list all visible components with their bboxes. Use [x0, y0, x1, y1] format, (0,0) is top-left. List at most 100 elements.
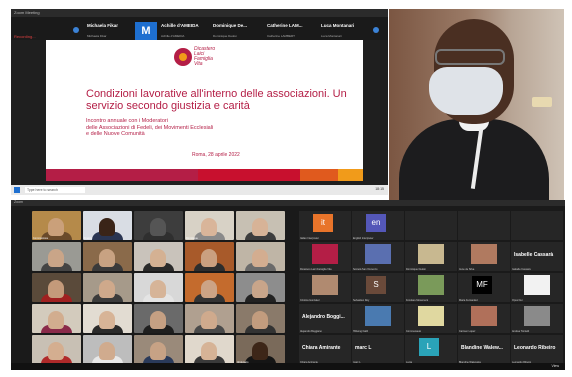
- video-tile[interactable]: [185, 242, 234, 271]
- participant-tile[interactable]: S Sebastien Roy: [352, 273, 404, 302]
- participant-tile[interactable]: Società San Vincenzo: [352, 242, 404, 271]
- participant-avatar: [524, 306, 550, 326]
- strip-name: Luca Montanari: [321, 23, 355, 28]
- participant-tile[interactable]: Cristina Gonzalez: [299, 273, 351, 302]
- participant-name: Leonardo Ribeiro: [514, 345, 556, 351]
- participant-label: Hillsong Faith: [353, 330, 369, 333]
- participant-initials: S: [366, 276, 386, 294]
- participant-face: [201, 342, 217, 360]
- video-tile[interactable]: [32, 304, 81, 333]
- participant-tile[interactable]: Leonardo RibeiroLeonardo Ribeiro: [511, 335, 563, 364]
- slide-color-band: [46, 169, 364, 181]
- participant-name: Isabelle Cassarà: [514, 252, 554, 258]
- participant-tile[interactable]: marc Lmarc L: [352, 335, 404, 364]
- video-tile[interactable]: Francis: [83, 211, 132, 240]
- video-tile[interactable]: [134, 304, 183, 333]
- strip-name: Catherine LAM...: [267, 23, 303, 28]
- participant-avatar: [471, 244, 497, 264]
- video-tile[interactable]: [83, 335, 132, 364]
- video-tile[interactable]: Dominique: [185, 211, 234, 240]
- strip-name: Achille d'AMEIDA: [161, 23, 199, 28]
- avatar[interactable]: M: [135, 22, 157, 40]
- participant-avatar: [418, 275, 444, 295]
- strip-tile-6[interactable]: Luca Montanari Luca Montanari: [321, 18, 367, 38]
- participant-tile[interactable]: Dominique Dedon: [405, 242, 457, 271]
- participant-tile[interactable]: Focolare Movement: [405, 273, 457, 302]
- participant-label: Maria Fernandez: [459, 299, 478, 302]
- video-tile[interactable]: [32, 335, 81, 364]
- video-tile[interactable]: Commissione: [32, 211, 81, 240]
- participant-tile[interactable]: Chiara AmiranteChiara Amirante: [299, 335, 351, 364]
- gallery-titlebar[interactable]: Zoom: [11, 200, 565, 206]
- participant-tile[interactable]: Blandine Walew...Blandine Walewska: [458, 335, 510, 364]
- video-tile[interactable]: [134, 335, 183, 364]
- participant-tile[interactable]: LLucia: [405, 335, 457, 364]
- participant-tile[interactable]: Andrea Tornielli: [511, 304, 563, 333]
- video-tile[interactable]: [236, 304, 285, 333]
- participant-label: Italian Interpreter: [300, 237, 319, 240]
- participant-face: [99, 342, 115, 360]
- participant-tile[interactable]: Communauté: [405, 304, 457, 333]
- band-segment: [198, 169, 300, 181]
- participant-tile[interactable]: Opus Dei: [511, 273, 563, 302]
- participant-tile[interactable]: [511, 211, 563, 240]
- video-tile[interactable]: [134, 242, 183, 271]
- participant-tile[interactable]: Irene de Silva: [458, 242, 510, 271]
- participant-tile[interactable]: [405, 211, 457, 240]
- window-titlebar[interactable]: Zoom Meeting: [11, 9, 388, 17]
- composite-screenshot: Zoom Meeting Michaela Fikar Michaela Fik…: [0, 0, 572, 377]
- video-tile[interactable]: [185, 335, 234, 364]
- strip-prev-arrow-icon[interactable]: [73, 27, 79, 33]
- participant-tile[interactable]: it Italian Interpreter: [299, 211, 351, 240]
- strip-tile-3[interactable]: Achille d'AMEIDA Achille d'AMEIDA: [161, 18, 207, 38]
- participant-strip: Michaela Fikar Michaela Fikar M Achille …: [11, 17, 388, 40]
- wall-lamp: [532, 97, 552, 107]
- participant-face: [48, 218, 64, 236]
- video-tile[interactable]: [236, 273, 285, 302]
- view-button[interactable]: View: [551, 364, 559, 368]
- video-tile[interactable]: [32, 273, 81, 302]
- participant-tile[interactable]: Dicastero Laici Famiglia Vita: [299, 242, 351, 271]
- face-mask: [429, 67, 503, 115]
- participant-tile[interactable]: MF Maria Fernandez: [458, 273, 510, 302]
- participant-tile[interactable]: Isabelle Cassarà Isabelle Cassarà: [511, 242, 563, 271]
- participant-face: [48, 311, 64, 329]
- participant-face: [150, 218, 166, 236]
- strip-next-arrow-icon[interactable]: [373, 27, 379, 33]
- participant-avatar: [471, 306, 497, 326]
- participant-tile[interactable]: Alejandro Boggi... Alejandro Boggiano: [299, 304, 351, 333]
- participant-tile[interactable]: [458, 211, 510, 240]
- participant-face: [252, 342, 268, 360]
- strip-tile-1[interactable]: Michaela Fikar Michaela Fikar: [87, 18, 131, 38]
- strip-sub: Dominique Dedon: [213, 34, 238, 38]
- zoom-gallery-window: Zoom Commissione Francis Dominique Abdenago…: [11, 200, 565, 370]
- participant-label: Communauté: [406, 330, 422, 333]
- participant-tile[interactable]: Hillsong Faith: [352, 304, 404, 333]
- video-tile[interactable]: [83, 273, 132, 302]
- participant-tile[interactable]: en English Interpreter: [352, 211, 404, 240]
- video-tile[interactable]: [83, 242, 132, 271]
- windows-start-icon[interactable]: [14, 187, 20, 193]
- participant-avatar: [524, 275, 550, 295]
- video-tile[interactable]: [185, 304, 234, 333]
- participant-label: Irene de Silva: [459, 268, 475, 271]
- participant-initials: it: [313, 214, 333, 232]
- participant-tile[interactable]: Carmen Lopez: [458, 304, 510, 333]
- participant-label: Cristina Gonzalez: [300, 299, 320, 302]
- participant-label: Isabelle Cassarà: [512, 268, 531, 271]
- video-tile[interactable]: [134, 211, 183, 240]
- video-tile[interactable]: Abdenago: [236, 335, 285, 364]
- video-tile[interactable]: [134, 273, 183, 302]
- taskbar-search-input[interactable]: Type here to search: [25, 187, 85, 193]
- strip-tile-5[interactable]: Catherine LAM... Catherine LAMBERT: [267, 18, 313, 38]
- video-tile[interactable]: [83, 304, 132, 333]
- windows-taskbar: Type here to search 18:15: [11, 185, 388, 195]
- participant-face: [99, 218, 115, 236]
- strip-sub: Michaela Fikar: [87, 34, 107, 38]
- video-tile[interactable]: [32, 242, 81, 271]
- video-tile[interactable]: [185, 273, 234, 302]
- video-tile[interactable]: [236, 242, 285, 271]
- video-tile[interactable]: [236, 211, 285, 240]
- strip-tile-4[interactable]: Dominique De... Dominique Dedon: [213, 18, 259, 38]
- participant-label: Opus Dei: [512, 299, 523, 302]
